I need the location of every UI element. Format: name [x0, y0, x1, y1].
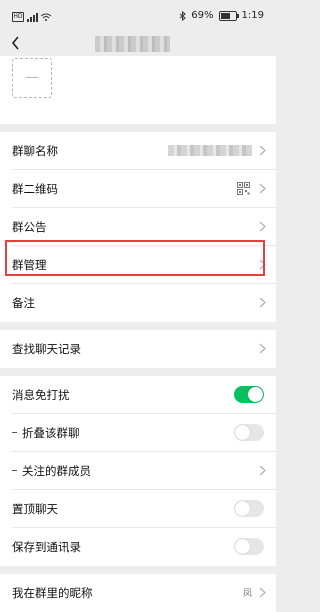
status-left: HD	[12, 12, 51, 22]
group-name-row[interactable]: 群聊名称	[0, 132, 276, 170]
toggle-knob	[235, 501, 250, 516]
section-gap	[0, 124, 276, 132]
nav-bar	[0, 34, 276, 56]
battery-percent: 69%	[191, 10, 214, 21]
group-qr-label: 群二维码	[12, 182, 58, 196]
fold-chat-row: 折叠该群聊	[0, 414, 276, 452]
chevron-right-icon	[259, 343, 266, 354]
sim-icon: HD	[12, 12, 24, 22]
battery-fill	[220, 12, 231, 19]
dash-icon	[12, 470, 17, 471]
member-grid	[0, 56, 276, 124]
save-contacts-row: 保存到通讯录	[0, 528, 276, 566]
chevron-right-icon	[259, 221, 266, 232]
save-contacts-toggle[interactable]	[234, 538, 264, 555]
battery-icon	[218, 10, 239, 21]
pin-chat-label: 置顶聊天	[12, 502, 58, 516]
search-history-label: 查找聊天记录	[12, 342, 81, 356]
toggle-knob	[248, 387, 263, 402]
chevron-right-icon	[259, 297, 266, 308]
remark-label: 备注	[12, 296, 35, 310]
chevron-right-icon	[259, 465, 266, 476]
group-name-value-redacted	[168, 145, 252, 156]
bluetooth-icon	[179, 10, 187, 21]
group-name-label: 群聊名称	[12, 144, 58, 158]
nickname-section: 我在群里的昵称 凤	[0, 574, 276, 612]
signal-icon	[27, 12, 38, 22]
chevron-right-icon	[259, 145, 266, 156]
toggle-knob	[235, 425, 250, 440]
nickname-label: 我在群里的昵称	[12, 586, 93, 600]
mute-toggle[interactable]	[234, 386, 264, 403]
search-section: 查找聊天记录	[0, 330, 276, 368]
chevron-right-icon	[259, 259, 266, 270]
settings-section: 消息免打扰 折叠该群聊 关注的群成员 置顶聊天 保存到通讯录	[0, 376, 276, 566]
nickname-value: 凤	[242, 589, 252, 599]
group-manage-row[interactable]: 群管理	[0, 246, 276, 284]
save-contacts-label: 保存到通讯录	[12, 540, 81, 554]
pin-chat-toggle[interactable]	[234, 500, 264, 517]
chevron-left-icon[interactable]	[10, 34, 24, 52]
status-right: 69% 1:19	[179, 10, 264, 21]
remark-row[interactable]: 备注	[0, 284, 276, 322]
wifi-icon	[41, 13, 51, 21]
section-gap	[0, 368, 276, 376]
search-history-row[interactable]: 查找聊天记录	[0, 330, 276, 368]
pin-chat-row: 置顶聊天	[0, 490, 276, 528]
dash-icon	[12, 432, 17, 433]
mute-label: 消息免打扰	[12, 388, 70, 402]
add-member-button[interactable]	[12, 58, 52, 98]
qr-code-icon	[237, 182, 250, 195]
chevron-right-icon	[259, 587, 266, 598]
fold-chat-label: 折叠该群聊	[22, 426, 80, 440]
nav-title-redacted	[95, 36, 170, 52]
chevron-right-icon	[259, 183, 266, 194]
fold-chat-toggle[interactable]	[234, 424, 264, 441]
group-info-section: 群聊名称 群二维码 群公告 群管理 备注	[0, 132, 276, 322]
group-notice-label: 群公告	[12, 220, 47, 234]
section-gap	[0, 566, 276, 574]
clock: 1:19	[241, 10, 264, 21]
mute-row: 消息免打扰	[0, 376, 276, 414]
section-gap	[0, 322, 276, 330]
group-notice-row[interactable]: 群公告	[0, 208, 276, 246]
dash-icon	[26, 77, 38, 78]
followed-members-row[interactable]: 关注的群成员	[0, 452, 276, 490]
toggle-knob	[235, 539, 250, 554]
group-manage-label: 群管理	[12, 258, 47, 272]
followed-members-label: 关注的群成员	[22, 464, 91, 478]
group-qr-row[interactable]: 群二维码	[0, 170, 276, 208]
nickname-row[interactable]: 我在群里的昵称 凤	[0, 574, 276, 612]
status-bar: HD 69% 1:19	[0, 0, 276, 34]
